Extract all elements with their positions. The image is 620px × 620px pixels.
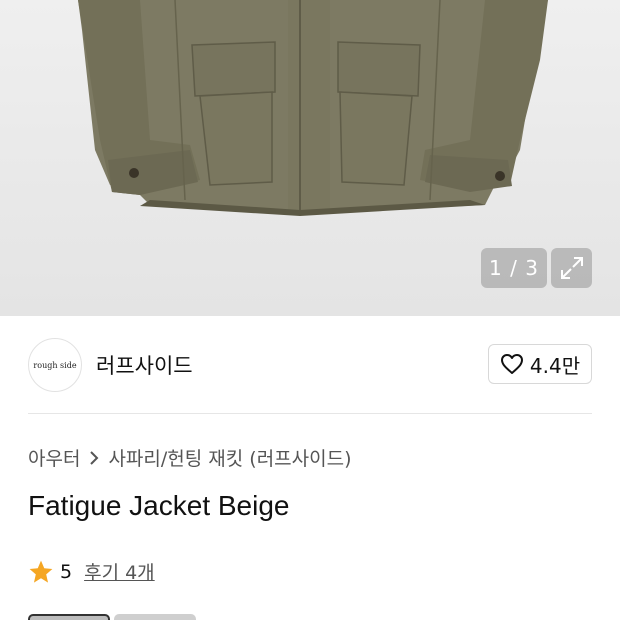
- product-image-carousel[interactable]: 1 / 3: [0, 0, 620, 316]
- option-thumbnail[interactable]: [114, 614, 196, 620]
- breadcrumb-item-category[interactable]: 아우터: [28, 444, 80, 471]
- expand-image-button[interactable]: [551, 248, 592, 288]
- option-thumbnail-selected[interactable]: [28, 614, 110, 620]
- pager-text: 1 / 3: [489, 256, 539, 280]
- brand-logo-text: rough side: [33, 360, 77, 370]
- brand-name[interactable]: 러프사이드: [96, 350, 193, 380]
- expand-icon: [560, 257, 583, 279]
- star-icon: [29, 560, 53, 583]
- breadcrumb: 아우터 사파리/헌팅 재킷 (러프사이드): [28, 444, 352, 471]
- brand-row: rough side 러프사이드 4.4만: [28, 336, 592, 392]
- rating: 5 후기 4개: [28, 558, 155, 585]
- like-button[interactable]: 4.4만: [488, 344, 592, 384]
- like-count: 4.4만: [529, 353, 581, 378]
- brand-logo[interactable]: rough side: [28, 338, 82, 392]
- reviews-link[interactable]: 후기 4개: [84, 558, 155, 585]
- divider: [28, 413, 592, 414]
- product-title: Fatigue Jacket Beige: [28, 490, 290, 521]
- image-pager: 1 / 3: [481, 248, 547, 288]
- rating-score: 5: [60, 560, 73, 583]
- chevron-right-icon: [90, 450, 99, 465]
- breadcrumb-item-subcategory[interactable]: 사파리/헌팅 재킷 (러프사이드): [108, 444, 351, 471]
- heart-icon: [500, 354, 523, 374]
